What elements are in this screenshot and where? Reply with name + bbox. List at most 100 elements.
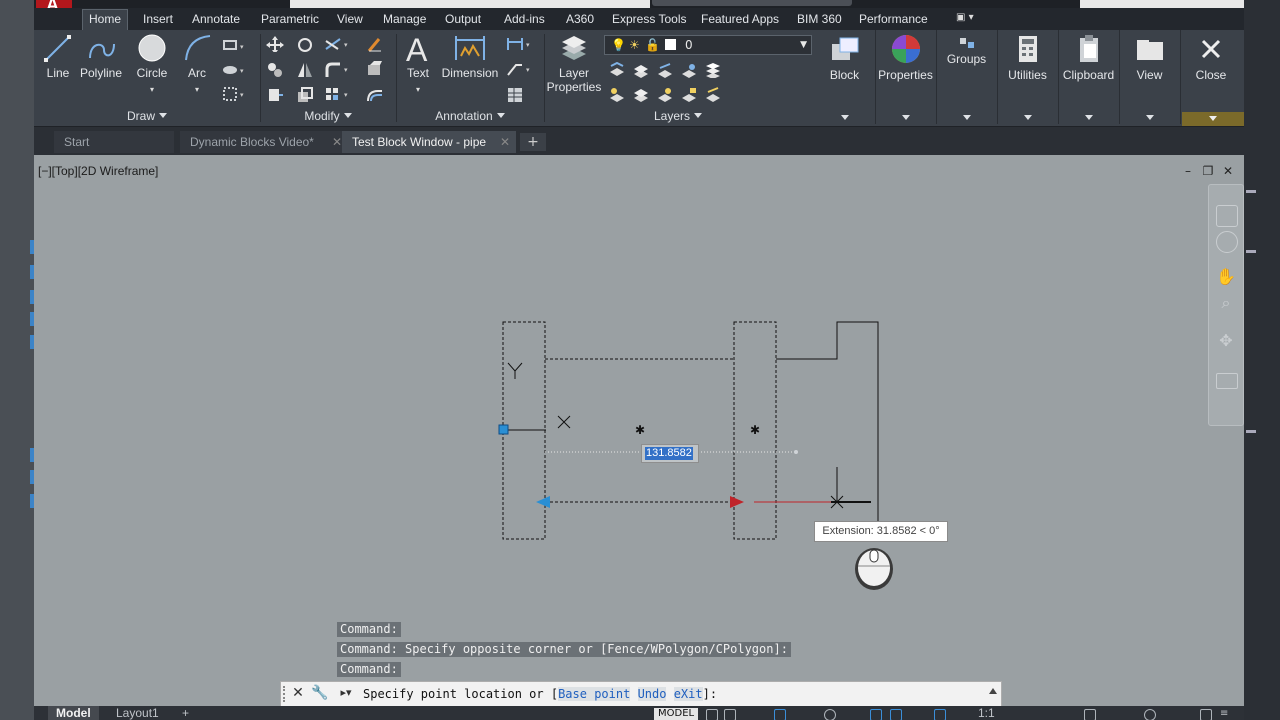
dynamic-input-field[interactable]: 131.8582 xyxy=(641,444,699,463)
tab-performance[interactable]: Performance xyxy=(853,10,934,30)
linear-dimension-icon[interactable]: ▾ xyxy=(506,36,536,52)
menu-icon[interactable]: ≡ xyxy=(1220,709,1230,719)
tab-a360[interactable]: A360 xyxy=(560,10,600,30)
tab-parametric[interactable]: Parametric xyxy=(255,10,325,30)
model-space-toggle[interactable]: MODEL xyxy=(654,708,699,720)
layer-tool-icon[interactable] xyxy=(680,86,698,102)
polar-icon[interactable] xyxy=(824,709,836,720)
hatch-icon[interactable]: ▾ xyxy=(222,62,250,78)
layout1-tab[interactable]: Layout1 xyxy=(108,706,167,720)
ortho-icon[interactable] xyxy=(774,709,786,720)
annotation-scale[interactable]: 1:1 xyxy=(970,706,1003,720)
fillet-icon[interactable]: ▾ xyxy=(324,61,354,77)
boundary-icon[interactable]: ▾ xyxy=(222,86,250,102)
command-prompt[interactable]: Specify point location or [Base point Un… xyxy=(363,685,717,703)
drawing-canvas[interactable]: ✱ ✱ xyxy=(34,155,1174,683)
layer-tool-icon[interactable] xyxy=(632,62,650,78)
tab-view[interactable]: View xyxy=(331,10,369,30)
sun-icon[interactable]: ☀ xyxy=(629,36,640,54)
close-panel-accent[interactable] xyxy=(1182,112,1244,126)
tab-annotate[interactable]: Annotate xyxy=(186,10,246,30)
drawing-viewport[interactable]: [−][Top][2D Wireframe] – ❐ ✕ ✋ ⌕ ✥ ✱ ✱ 1… xyxy=(34,155,1244,683)
lock-icon[interactable]: 🔓 xyxy=(645,36,660,54)
pan-icon[interactable]: ✋ xyxy=(1216,267,1236,287)
polyline-button[interactable]: Polyline xyxy=(78,32,124,81)
stretch-icon[interactable] xyxy=(266,86,284,102)
tab-add-ins[interactable]: Add-ins xyxy=(498,10,551,30)
scale-icon[interactable] xyxy=(296,86,314,102)
minimize-viewport-icon[interactable]: – xyxy=(1182,165,1194,177)
arc-button[interactable]: Arc ▾ xyxy=(180,32,214,95)
tab-home[interactable]: Home xyxy=(82,9,129,30)
tab-insert[interactable]: Insert xyxy=(137,10,179,30)
tab-output[interactable]: Output xyxy=(439,10,487,30)
layer-color-swatch[interactable] xyxy=(665,39,676,50)
dynamic-ucs-icon[interactable] xyxy=(934,709,946,720)
isolate-icon[interactable] xyxy=(1144,709,1156,720)
add-layout-icon[interactable]: + xyxy=(174,706,197,720)
layers-panel-title[interactable]: Layers xyxy=(544,108,812,124)
dynamic-input-value[interactable]: 131.8582 xyxy=(645,447,693,460)
offset-icon[interactable] xyxy=(366,86,384,102)
fullscreen-icon[interactable] xyxy=(1200,709,1212,720)
tab-featured-apps[interactable]: Featured Apps xyxy=(695,10,785,30)
copy-icon[interactable] xyxy=(266,61,284,77)
otrack-icon[interactable] xyxy=(890,709,902,720)
tab-overflow-icon[interactable]: ▣ ▾ xyxy=(956,12,986,24)
steering-wheel-icon[interactable] xyxy=(1216,231,1238,253)
model-tab[interactable]: Model xyxy=(48,706,99,720)
orbit-icon[interactable]: ✥ xyxy=(1216,331,1236,351)
annotation-panel-title[interactable]: Annotation xyxy=(396,108,544,124)
tab-express-tools[interactable]: Express Tools xyxy=(606,10,692,30)
close-tab-icon[interactable]: ✕ xyxy=(500,131,510,153)
explode-icon[interactable] xyxy=(366,61,384,77)
layer-dropdown[interactable]: 💡 ☀ 🔓 0 ▼ xyxy=(604,35,812,55)
close-command-line-icon[interactable]: ✕ xyxy=(289,684,307,702)
chevron-down-icon[interactable]: ▼ xyxy=(800,36,807,54)
erase-icon[interactable] xyxy=(366,36,384,52)
arc-dropdown-icon[interactable]: ▾ xyxy=(195,85,199,94)
utilities-panel[interactable]: Utilities xyxy=(997,30,1059,124)
file-tab-start[interactable]: Start xyxy=(54,131,174,153)
viewcube-icon[interactable] xyxy=(1216,205,1238,227)
new-tab-button[interactable]: + xyxy=(520,133,546,151)
option-base-point[interactable]: Base point xyxy=(558,687,631,701)
lightbulb-icon[interactable]: 💡 xyxy=(611,36,626,54)
layer-tool-icon[interactable] xyxy=(632,86,650,102)
tab-manage[interactable]: Manage xyxy=(377,10,432,30)
layer-tool-icon[interactable] xyxy=(704,62,722,78)
command-history-toggle-icon[interactable] xyxy=(989,688,997,694)
view-panel[interactable]: View xyxy=(1119,30,1181,124)
close-tab-icon[interactable]: ✕ xyxy=(332,131,342,153)
groups-panel[interactable]: Groups xyxy=(936,30,998,124)
text-button[interactable]: A Text ▾ xyxy=(398,32,438,95)
clipboard-panel[interactable]: Clipboard xyxy=(1058,30,1120,124)
circle-dropdown-icon[interactable]: ▾ xyxy=(150,85,154,94)
layer-tool-icon[interactable] xyxy=(608,62,626,78)
modify-panel-title[interactable]: Modify xyxy=(260,108,396,124)
text-dropdown-icon[interactable]: ▾ xyxy=(416,85,420,94)
layer-tool-icon[interactable] xyxy=(704,86,722,102)
block-panel[interactable]: Block xyxy=(814,30,876,124)
customize-wrench-icon[interactable]: 🔧 xyxy=(311,684,329,702)
osnap-icon[interactable] xyxy=(870,709,882,720)
grid-icon[interactable] xyxy=(706,709,718,720)
search-box[interactable] xyxy=(652,0,852,6)
layer-properties-button[interactable]: Layer Properties xyxy=(546,32,602,94)
recent-commands-icon[interactable]: ▸▾ xyxy=(335,684,357,702)
rotate-icon[interactable] xyxy=(296,36,314,52)
snap-icon[interactable] xyxy=(724,709,736,720)
layer-tool-icon[interactable] xyxy=(656,86,674,102)
draw-panel-title[interactable]: Draw xyxy=(34,108,260,124)
trim-icon[interactable]: ▾ xyxy=(324,36,354,52)
file-tab-test-block-window[interactable]: Test Block Window - pipe ✕ xyxy=(342,131,516,153)
layer-tool-icon[interactable] xyxy=(656,62,674,78)
layer-tool-icon[interactable] xyxy=(608,86,626,102)
file-tab-dynamic-blocks[interactable]: Dynamic Blocks Video* ✕ xyxy=(180,131,348,153)
layer-tool-icon[interactable] xyxy=(680,62,698,78)
zoom-icon[interactable]: ⌕ xyxy=(1216,293,1236,313)
dimension-button[interactable]: Dimension xyxy=(440,32,500,81)
option-exit[interactable]: eXit xyxy=(673,687,703,701)
showmotion-icon[interactable] xyxy=(1216,373,1238,389)
array-icon[interactable]: ▾ xyxy=(324,86,354,102)
